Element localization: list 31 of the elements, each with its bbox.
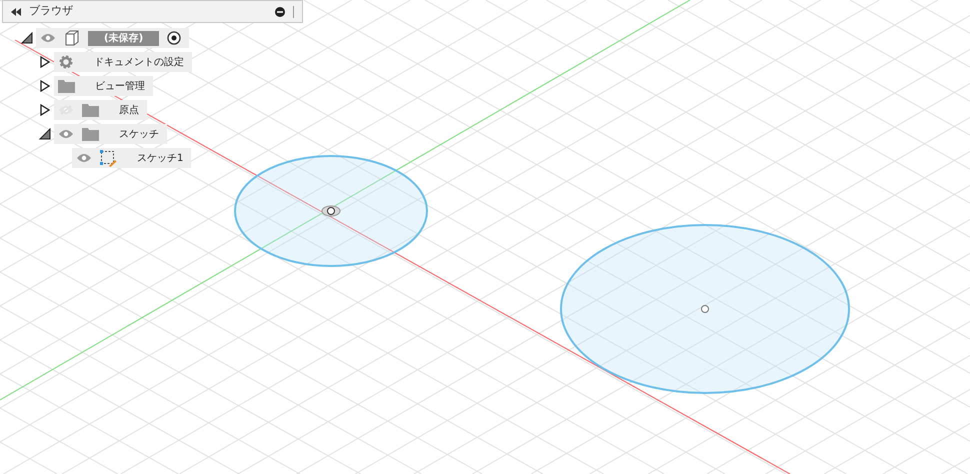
collapsed-arrow-icon[interactable] <box>39 80 51 92</box>
sketch-icon <box>100 150 117 166</box>
collapse-icon[interactable] <box>11 8 21 16</box>
gear-icon <box>58 54 74 70</box>
item-label: ドキュメントの設定 <box>93 56 184 70</box>
radio-icon[interactable] <box>167 31 182 45</box>
collapsed-arrow-icon[interactable] <box>39 104 51 116</box>
item-label: 原点 <box>118 104 139 118</box>
tree-item[interactable]: スケッチ <box>54 124 167 144</box>
tree-item[interactable]: 原点 <box>54 100 147 120</box>
cube-icon <box>64 30 80 46</box>
folder-icon <box>82 103 99 117</box>
tree-item[interactable]: ドキュメントの設定 <box>54 52 192 72</box>
item-label: スケッチ <box>118 128 159 142</box>
eye-icon[interactable] <box>40 33 56 43</box>
minimize-icon[interactable] <box>275 6 285 16</box>
folder-icon <box>82 127 99 141</box>
expanded-arrow-icon[interactable] <box>21 32 33 44</box>
item-label: スケッチ1 <box>136 152 184 166</box>
collapsed-arrow-icon[interactable] <box>39 56 51 68</box>
center-point-icon[interactable] <box>701 305 709 313</box>
item-label: (未保存) <box>88 30 160 46</box>
eye-icon[interactable] <box>58 129 74 139</box>
tree-item[interactable]: ビュー管理 <box>54 76 153 96</box>
browser-title: ブラウザ <box>29 3 73 20</box>
eye-icon[interactable] <box>76 153 92 163</box>
origin-point-icon[interactable] <box>322 206 340 216</box>
item-label: ビュー管理 <box>94 80 145 94</box>
expanded-arrow-icon[interactable] <box>39 128 51 140</box>
folder-icon <box>58 79 75 93</box>
tree-item[interactable]: スケッチ1 <box>72 148 192 168</box>
